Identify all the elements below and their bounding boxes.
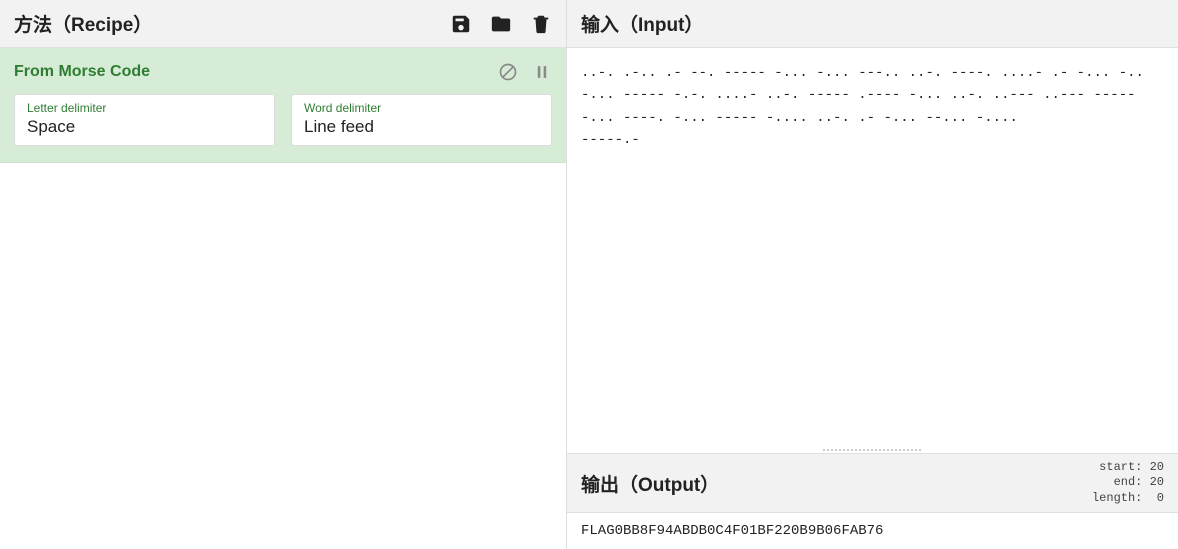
recipe-toolbar bbox=[450, 13, 552, 35]
arg-value: Space bbox=[27, 117, 262, 137]
input-header: 输入（Input） bbox=[567, 0, 1178, 48]
recipe-title: 方法（Recipe） bbox=[14, 10, 152, 37]
recipe-header: 方法（Recipe） bbox=[0, 0, 566, 48]
operation-controls bbox=[498, 62, 552, 82]
pause-icon[interactable] bbox=[532, 62, 552, 82]
word-delimiter-select[interactable]: Word delimiter Line feed bbox=[291, 94, 552, 146]
save-icon[interactable] bbox=[450, 13, 472, 35]
operation-title: From Morse Code bbox=[14, 63, 150, 81]
io-panel: 输入（Input） ..-. .-.. .- --. ----- -... -.… bbox=[567, 0, 1178, 549]
meta-end: end: 20 bbox=[1092, 475, 1164, 491]
operation-header: From Morse Code bbox=[14, 62, 552, 82]
trash-icon[interactable] bbox=[530, 13, 552, 35]
output-textarea[interactable]: FLAG0BB8F94ABDB0C4F01BF220B9B06FAB76 bbox=[567, 513, 1178, 549]
output-title: 输出（Output） bbox=[581, 470, 719, 497]
input-textarea[interactable]: ..-. .-.. .- --. ----- -... -... ---.. .… bbox=[567, 48, 1178, 447]
meta-length: length: 0 bbox=[1092, 491, 1164, 507]
meta-start: start: 20 bbox=[1092, 460, 1164, 476]
input-title: 输入（Input） bbox=[581, 10, 703, 37]
arg-value: Line feed bbox=[304, 117, 539, 137]
folder-icon[interactable] bbox=[490, 13, 512, 35]
operation-card[interactable]: From Morse Code Letter delimiter Space W… bbox=[0, 48, 566, 163]
letter-delimiter-select[interactable]: Letter delimiter Space bbox=[14, 94, 275, 146]
disable-icon[interactable] bbox=[498, 62, 518, 82]
arg-label: Letter delimiter bbox=[27, 101, 262, 115]
arg-label: Word delimiter bbox=[304, 101, 539, 115]
output-header: 输出（Output） start: 20 end: 20 length: 0 bbox=[567, 453, 1178, 513]
output-meta: start: 20 end: 20 length: 0 bbox=[1092, 460, 1164, 507]
recipe-panel: 方法（Recipe） From Morse Code bbox=[0, 0, 567, 549]
app-root: 方法（Recipe） From Morse Code bbox=[0, 0, 1178, 549]
operation-args: Letter delimiter Space Word delimiter Li… bbox=[14, 94, 552, 146]
